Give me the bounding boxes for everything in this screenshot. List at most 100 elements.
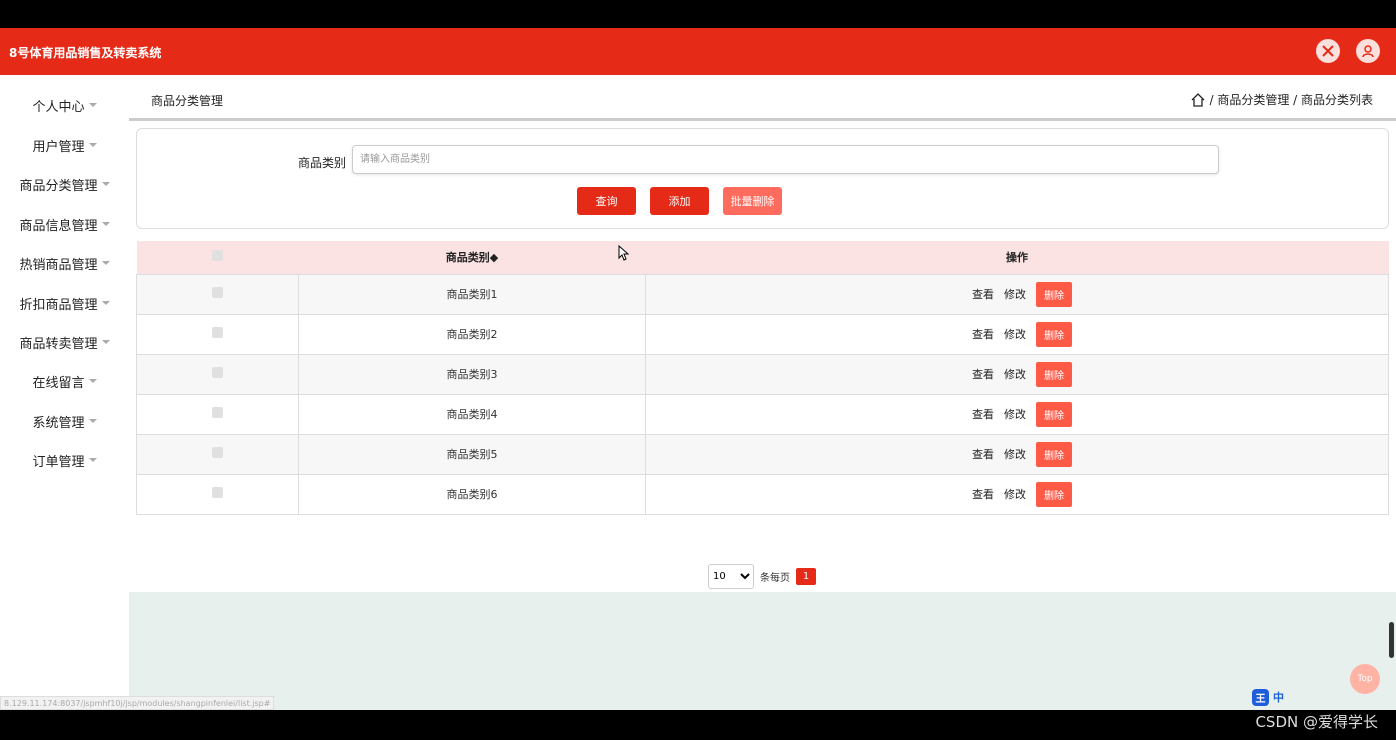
row-checkbox[interactable] [212, 407, 223, 418]
search-panel: 商品类别 查询 添加 批量删除 [136, 128, 1389, 229]
table-row: 商品类别4 查看 修改 删除 [136, 393, 1389, 435]
ops-cell: 查看 修改 删除 [645, 473, 1389, 515]
select-all-checkbox[interactable] [212, 250, 223, 262]
pagination: 10 条每页 1 [708, 564, 816, 589]
current-page-button[interactable]: 1 [796, 568, 816, 585]
sidebar-item-label: 热销商品管理 [19, 257, 98, 273]
ime-logo-icon[interactable]: 王 [1252, 689, 1269, 706]
view-link[interactable]: 查看 [972, 486, 994, 502]
sidebar-item-label: 系统管理 [32, 415, 85, 431]
view-link[interactable]: 查看 [972, 406, 994, 422]
edit-link[interactable]: 修改 [1004, 486, 1026, 502]
page-size-select[interactable]: 10 [708, 564, 754, 589]
caret-down-icon [101, 222, 110, 226]
sidebar-item-personal-center[interactable]: 个人中心 [0, 90, 129, 120]
view-link[interactable]: 查看 [972, 326, 994, 342]
ops-cell: 查看 修改 删除 [645, 393, 1389, 435]
table-row: 商品类别5 查看 修改 删除 [136, 433, 1389, 475]
sidebar: 个人中心 用户管理 商品分类管理 商品信息管理 热销商品管理 折扣商品管理 商品… [0, 75, 129, 710]
select-all-cell [136, 241, 299, 274]
category-cell: 商品类别6 [298, 473, 646, 515]
delete-button[interactable]: 删除 [1036, 441, 1072, 467]
row-checkbox[interactable] [212, 447, 223, 458]
delete-button[interactable]: 删除 [1036, 321, 1072, 347]
row-checkbox[interactable] [212, 487, 223, 498]
ops-cell: 查看 修改 删除 [645, 273, 1389, 315]
sidebar-item-label: 商品转卖管理 [19, 336, 98, 352]
ime-toolbar: 王 中 [1252, 689, 1284, 706]
edit-link[interactable]: 修改 [1004, 286, 1026, 302]
row-checkbox[interactable] [212, 367, 223, 378]
row-checkbox-cell [136, 473, 299, 515]
sidebar-item-category-management[interactable]: 商品分类管理 [0, 169, 129, 199]
home-icon[interactable] [1191, 92, 1205, 107]
caret-down-icon [101, 182, 110, 186]
add-button[interactable]: 添加 [650, 187, 709, 215]
table-row: 商品类别3 查看 修改 删除 [136, 353, 1389, 395]
category-table: 商品类别◆ 操作 商品类别1 查看 修改 删除 商品类别2 查看 修改 删除 商品类别 [136, 241, 1389, 515]
edit-link[interactable]: 修改 [1004, 406, 1026, 422]
sidebar-item-discount-products[interactable]: 折扣商品管理 [0, 288, 129, 318]
sidebar-item-label: 折扣商品管理 [19, 297, 98, 313]
category-search-input[interactable] [352, 145, 1219, 174]
category-cell: 商品类别3 [298, 353, 646, 395]
edit-link[interactable]: 修改 [1004, 326, 1026, 342]
edit-link[interactable]: 修改 [1004, 366, 1026, 382]
row-checkbox[interactable] [212, 287, 223, 298]
status-bar-url: 8.129.11.174:8037/jspmhf10j/jsp/modules/… [0, 696, 275, 710]
watermark: CSDN @爱得学长 [1255, 713, 1378, 731]
sidebar-item-orders[interactable]: 订单管理 [0, 445, 129, 475]
sidebar-item-messages[interactable]: 在线留言 [0, 366, 129, 396]
sidebar-item-product-info[interactable]: 商品信息管理 [0, 209, 129, 239]
sidebar-item-label: 用户管理 [32, 139, 85, 155]
app-window: 8号体育用品销售及转卖系统 个人中心 用户管理 商品分类管理 商品信息管理 热销… [0, 28, 1396, 710]
caret-down-icon [101, 261, 110, 265]
breadcrumb: / 商品分类管理 / 商品分类列表 [1191, 91, 1373, 108]
caret-down-icon [88, 103, 97, 107]
per-page-label: 条每页 [760, 573, 790, 584]
main-content: 商品分类管理 / 商品分类管理 / 商品分类列表 商品类别 查询 添加 批量删除… [129, 75, 1396, 710]
batch-delete-button[interactable]: 批量删除 [723, 187, 782, 215]
view-link[interactable]: 查看 [972, 286, 994, 302]
view-link[interactable]: 查看 [972, 366, 994, 382]
sidebar-item-label: 商品分类管理 [19, 178, 98, 194]
sidebar-item-system[interactable]: 系统管理 [0, 406, 129, 436]
delete-button[interactable]: 删除 [1036, 361, 1072, 387]
category-column-header[interactable]: 商品类别◆ [298, 241, 646, 274]
sidebar-item-label: 在线留言 [32, 375, 85, 391]
view-link[interactable]: 查看 [972, 446, 994, 462]
sidebar-item-resale[interactable]: 商品转卖管理 [0, 327, 129, 357]
sidebar-item-user-management[interactable]: 用户管理 [0, 130, 129, 160]
scrollbar-handle[interactable] [1389, 622, 1394, 658]
search-label: 商品类别 [298, 156, 347, 170]
edit-link[interactable]: 修改 [1004, 446, 1026, 462]
mouse-cursor-icon [618, 245, 630, 261]
breadcrumb-path: / 商品分类管理 / 商品分类列表 [1209, 93, 1373, 107]
row-checkbox[interactable] [212, 327, 223, 338]
delete-button[interactable]: 删除 [1036, 481, 1072, 507]
delete-button[interactable]: 删除 [1036, 281, 1072, 307]
row-checkbox-cell [136, 393, 299, 435]
user-avatar-icon[interactable] [1356, 39, 1380, 63]
delete-button[interactable]: 删除 [1036, 401, 1072, 427]
category-cell: 商品类别4 [298, 393, 646, 435]
caret-down-icon [101, 301, 110, 305]
footer-area [129, 592, 1396, 710]
table-row: 商品类别1 查看 修改 删除 [136, 273, 1389, 315]
ime-mode-indicator[interactable]: 中 [1273, 689, 1284, 706]
sidebar-item-label: 个人中心 [32, 99, 85, 115]
query-button[interactable]: 查询 [577, 187, 636, 215]
caret-down-icon [101, 340, 110, 344]
app-title: 8号体育用品销售及转卖系统 [9, 46, 162, 60]
ops-column-header: 操作 [645, 241, 1389, 274]
sidebar-item-label: 商品信息管理 [19, 218, 98, 234]
back-to-top-button[interactable]: Top [1350, 664, 1380, 694]
caret-down-icon [88, 143, 97, 147]
row-checkbox-cell [136, 433, 299, 475]
breadcrumb-bar: 商品分类管理 / 商品分类管理 / 商品分类列表 [129, 75, 1396, 121]
category-cell: 商品类别5 [298, 433, 646, 475]
sidebar-item-hot-products[interactable]: 热销商品管理 [0, 248, 129, 278]
category-cell: 商品类别2 [298, 313, 646, 355]
table-row: 商品类别2 查看 修改 删除 [136, 313, 1389, 355]
fullscreen-icon[interactable] [1316, 39, 1340, 63]
